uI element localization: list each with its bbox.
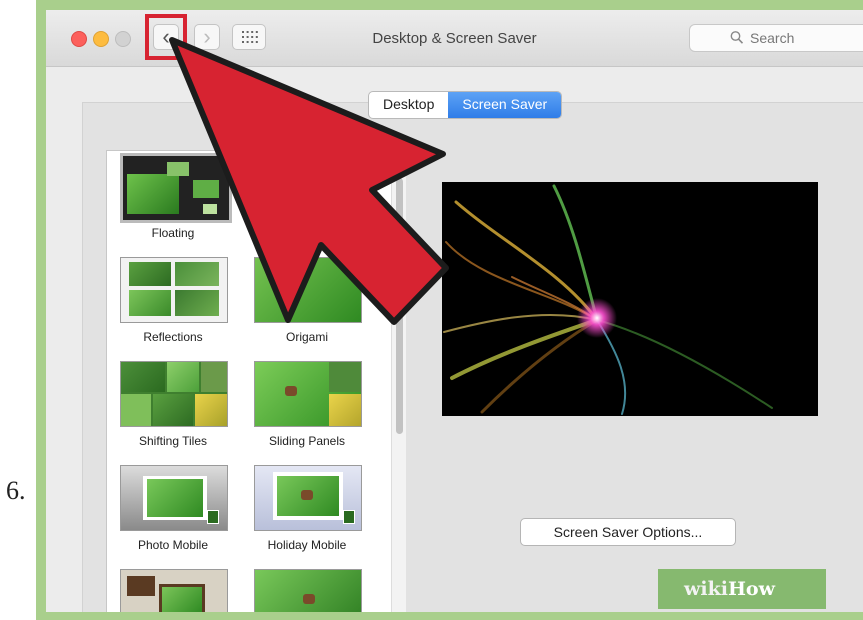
red-arrow-annotation [169, 37, 449, 325]
